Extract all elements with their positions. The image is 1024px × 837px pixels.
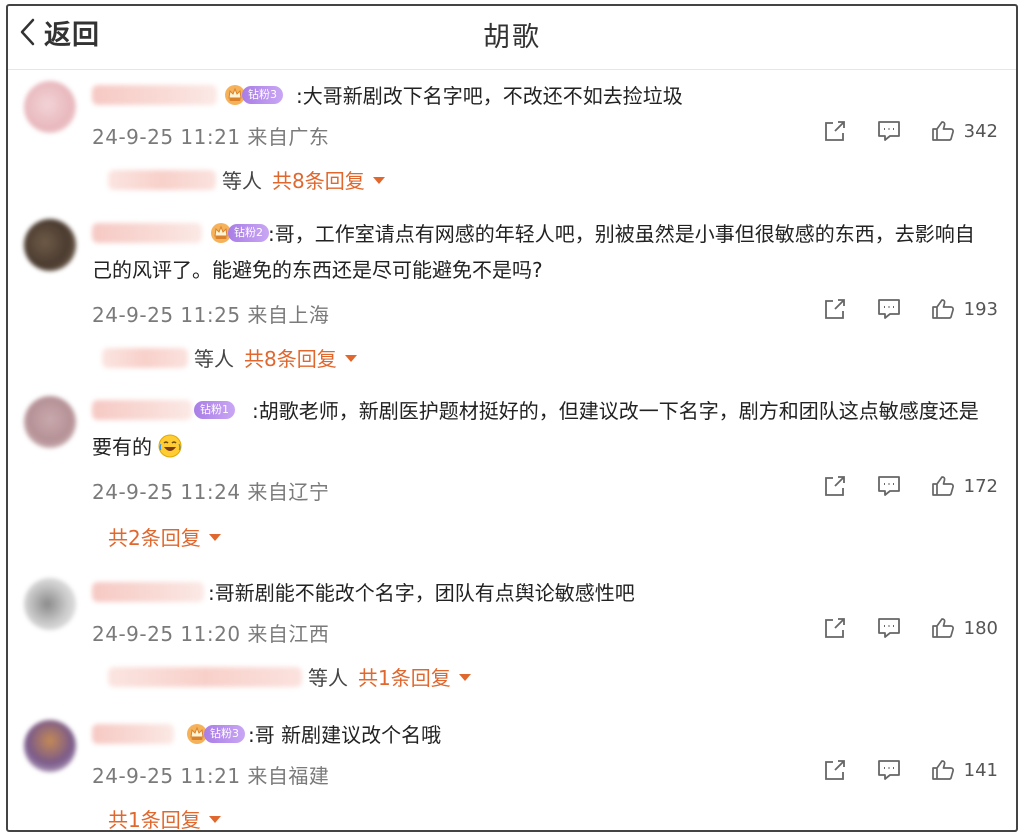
like-count: 172 xyxy=(963,475,998,497)
reply-count: 共2条回复 xyxy=(108,526,201,550)
comment-icon xyxy=(876,297,902,321)
page-title: 胡歌 xyxy=(483,22,541,53)
like-button[interactable]: 172 xyxy=(930,474,998,498)
reply-summary[interactable]: 等人 共1条回复 xyxy=(108,662,471,691)
like-button[interactable]: 342 xyxy=(930,119,998,143)
comment-item: 钻粉3 :大哥新剧改下名字吧，不改还不如去捡垃圾 24-9-25 11:21 来… xyxy=(8,81,1016,201)
comment-actions: 342 xyxy=(822,119,998,143)
share-icon xyxy=(822,297,848,321)
thumbs-up-icon xyxy=(930,119,956,143)
reply-who: 等人 xyxy=(222,169,262,193)
reply-summary[interactable]: 等人 共8条回复 xyxy=(108,165,385,194)
header-divider xyxy=(8,69,1016,70)
comment-meta: 24-9-25 11:25 来自上海 xyxy=(92,303,330,327)
reply-count: 共1条回复 xyxy=(358,666,451,690)
comment-actions: 180 xyxy=(822,616,998,640)
comment-text: :哥 新剧建议改个名哦 xyxy=(248,723,442,747)
share-icon xyxy=(822,474,848,498)
comment-meta: 24-9-25 11:20 来自江西 xyxy=(92,622,330,646)
comment-text: :大哥新剧改下名字吧，不改还不如去捡垃圾 xyxy=(296,84,683,108)
reply-button[interactable] xyxy=(876,616,902,640)
share-icon xyxy=(822,119,848,143)
comment-text: :哥，工作室请点有网感的年轻人吧，别被虽然是小事但很敏感的东西，去影响自己的风评… xyxy=(92,222,975,282)
thumbs-up-icon xyxy=(930,758,956,782)
reply-summary[interactable]: 等人 共8条回复 xyxy=(102,343,357,372)
comment-meta: 24-9-25 11:21 来自广东 xyxy=(92,125,330,149)
comment-icon xyxy=(876,758,902,782)
comment-text: :哥新剧能不能改个名字，团队有点舆论敏感性吧 xyxy=(208,581,635,605)
comment-icon xyxy=(876,474,902,498)
share-button[interactable] xyxy=(822,616,848,640)
reply-users xyxy=(108,169,216,190)
reply-count: 共1条回复 xyxy=(108,808,201,832)
reply-users xyxy=(108,666,302,687)
reply-summary[interactable]: 共2条回复 xyxy=(108,522,221,551)
caret-down-icon xyxy=(344,355,357,362)
share-button[interactable] xyxy=(822,474,848,498)
comment-item: :哥新剧能不能改个名字，团队有点舆论敏感性吧 24-9-25 11:20 来自江… xyxy=(8,578,1016,698)
reply-button[interactable] xyxy=(876,474,902,498)
thumbs-up-icon xyxy=(930,474,956,498)
avatar[interactable] xyxy=(24,219,76,271)
avatar[interactable] xyxy=(24,720,76,772)
comment-icon xyxy=(876,119,902,143)
thumbs-up-icon xyxy=(930,297,956,321)
like-button[interactable]: 141 xyxy=(930,758,998,782)
comment-actions: 193 xyxy=(822,297,998,321)
caret-down-icon xyxy=(208,534,221,541)
like-button[interactable]: 180 xyxy=(930,616,998,640)
weibo-comment-screen: 返回 胡歌 钻粉3 :大哥新剧改下名字吧，不改还不如去捡垃圾 24-9-25 1… xyxy=(6,4,1018,832)
share-icon xyxy=(822,758,848,782)
avatar[interactable] xyxy=(24,396,76,448)
caret-down-icon xyxy=(458,674,471,681)
reply-button[interactable] xyxy=(876,758,902,782)
top-bar: 返回 胡歌 xyxy=(8,6,1016,58)
comment-item: 钻粉1 :胡歌老师，新剧医护题材挺好的，但建议改一下名字，剧方和团队这点敏感度还… xyxy=(8,396,1016,556)
reply-summary[interactable]: 共1条回复 xyxy=(108,804,221,832)
like-button[interactable]: 193 xyxy=(930,297,998,321)
comment-icon xyxy=(876,616,902,640)
comment-item: 钻粉3 :哥 新剧建议改个名哦 24-9-25 11:21 来自福建 141 共… xyxy=(8,720,1016,832)
like-count: 193 xyxy=(963,298,998,320)
comment-text-body: :胡歌老师，新剧医护题材挺好的，但建议改一下名字，剧方和团队这点敏感度还是要有的 xyxy=(92,399,979,459)
share-button[interactable] xyxy=(822,758,848,782)
thumbs-up-icon xyxy=(930,616,956,640)
reply-who: 等人 xyxy=(308,666,348,690)
like-count: 141 xyxy=(963,759,998,781)
comment-actions: 141 xyxy=(822,758,998,782)
laugh-cry-emoji-icon xyxy=(158,434,182,458)
like-count: 342 xyxy=(963,120,998,142)
like-count: 180 xyxy=(963,617,998,639)
comment-meta: 24-9-25 11:24 来自辽宁 xyxy=(92,480,330,504)
comment-actions: 172 xyxy=(822,474,998,498)
share-button[interactable] xyxy=(822,119,848,143)
comment-meta: 24-9-25 11:21 来自福建 xyxy=(92,764,330,788)
share-button[interactable] xyxy=(822,297,848,321)
reply-count: 共8条回复 xyxy=(244,347,337,371)
avatar[interactable] xyxy=(24,578,76,630)
caret-down-icon xyxy=(208,816,221,823)
caret-down-icon xyxy=(372,177,385,184)
reply-who: 等人 xyxy=(194,347,234,371)
reply-button[interactable] xyxy=(876,119,902,143)
share-icon xyxy=(822,616,848,640)
reply-button[interactable] xyxy=(876,297,902,321)
comment-item: 钻粉2 :哥，工作室请点有网感的年轻人吧，别被虽然是小事但很敏感的东西，去影响自… xyxy=(8,219,1016,379)
reply-count: 共8条回复 xyxy=(272,169,365,193)
reply-users xyxy=(102,347,188,368)
comment-text: :胡歌老师，新剧医护题材挺好的，但建议改一下名字，剧方和团队这点敏感度还是要有的 xyxy=(92,393,986,465)
avatar[interactable] xyxy=(24,81,76,133)
